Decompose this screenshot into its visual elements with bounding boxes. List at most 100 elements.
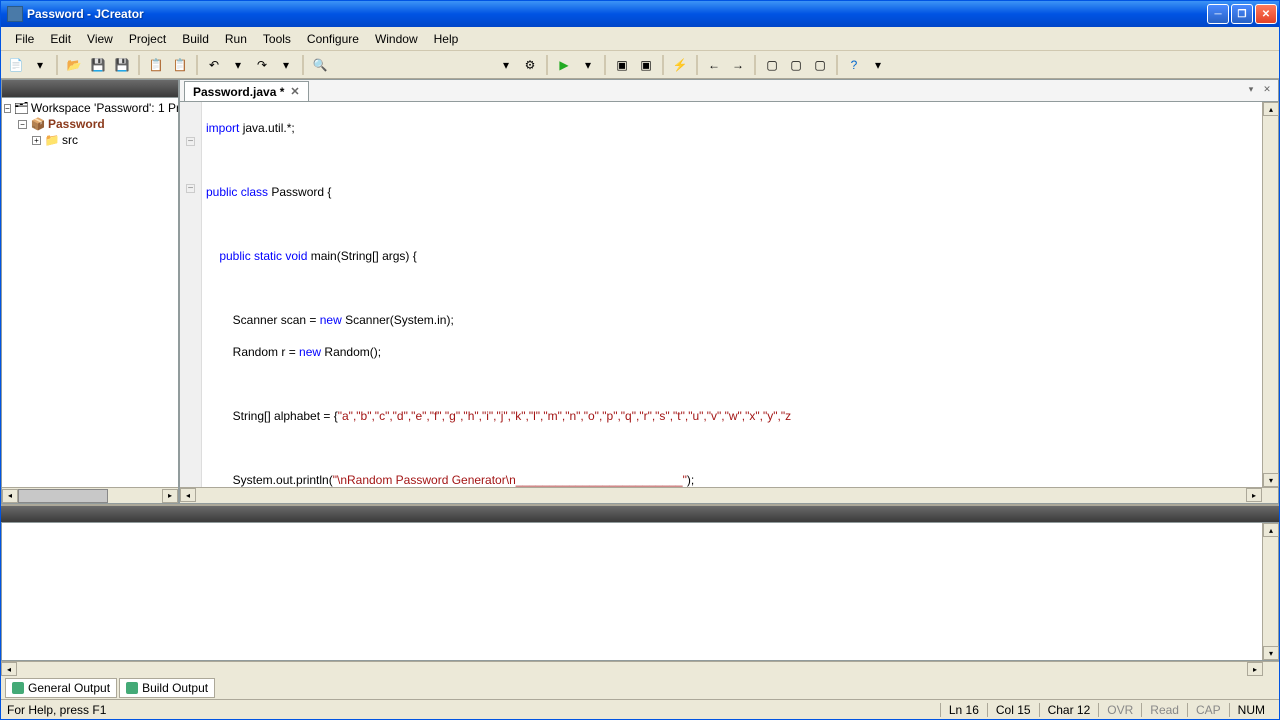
status-char: Char 12 (1039, 703, 1099, 717)
tab-dropdown-icon[interactable]: ▾ (1244, 82, 1258, 96)
help-button[interactable]: ? (843, 54, 865, 76)
status-cap: CAP (1187, 703, 1229, 717)
menu-help[interactable]: Help (426, 30, 467, 48)
bookmark-prev-button[interactable]: ▢ (809, 54, 831, 76)
code-editor[interactable]: import java.util.*; public class Passwor… (202, 102, 1262, 487)
paste-button[interactable]: 📋 (169, 54, 191, 76)
nav-forward-button[interactable]: → (727, 54, 749, 76)
menu-build[interactable]: Build (174, 30, 217, 48)
minimize-button[interactable]: ─ (1207, 4, 1229, 24)
menu-edit[interactable]: Edit (42, 30, 79, 48)
compile-button[interactable]: ⚙ (519, 54, 541, 76)
menu-configure[interactable]: Configure (299, 30, 367, 48)
close-button[interactable]: ✕ (1255, 4, 1277, 24)
paste-icon: 📋 (172, 57, 188, 73)
build-button[interactable]: ▣ (611, 54, 633, 76)
output-panel: ▴ ▾ ◂ ▸ General Output Build Output (1, 504, 1279, 699)
scroll-up-icon[interactable]: ▴ (1263, 523, 1279, 537)
status-help: For Help, press F1 (7, 703, 940, 717)
tab-close-icon[interactable]: ✕ (290, 85, 299, 98)
new-dropdown[interactable]: ▾ (29, 54, 51, 76)
bookmark-next-button[interactable]: ▢ (785, 54, 807, 76)
redo-icon: ↷ (254, 57, 270, 73)
editor-hscroll[interactable]: ◂ ▸ (180, 487, 1278, 503)
menu-window[interactable]: Window (367, 30, 426, 48)
tab-close-all-icon[interactable]: ✕ (1260, 82, 1274, 96)
run-dropdown[interactable]: ▾ (577, 54, 599, 76)
status-num: NUM (1229, 703, 1273, 717)
tree-collapse-icon[interactable]: − (18, 120, 27, 129)
status-col: Col 15 (987, 703, 1039, 717)
scroll-left-icon[interactable]: ◂ (2, 489, 18, 503)
output-icon (12, 682, 24, 694)
find-button[interactable]: 🔍 (309, 54, 331, 76)
window-title: Password - JCreator (27, 7, 1207, 21)
scroll-right-icon[interactable]: ▸ (162, 489, 178, 503)
output-tabs: General Output Build Output (1, 677, 1279, 699)
undo-dropdown[interactable]: ▾ (227, 54, 249, 76)
bookmark-button[interactable]: ▢ (761, 54, 783, 76)
output-hscroll[interactable]: ◂ ▸ (1, 661, 1279, 677)
tree-project-row[interactable]: − 📦 Password (4, 116, 176, 132)
build-all-button[interactable]: ▣ (635, 54, 657, 76)
toolbar-overflow[interactable]: ▾ (867, 54, 889, 76)
project-label: Password (48, 117, 105, 131)
menu-tools[interactable]: Tools (255, 30, 299, 48)
copy-button[interactable]: 📋 (145, 54, 167, 76)
copy-icon: 📋 (148, 57, 164, 73)
save-all-button[interactable]: 💾 (111, 54, 133, 76)
find-icon: 🔍 (312, 57, 328, 73)
play-icon: ▶ (556, 57, 572, 73)
tree-collapse-icon[interactable]: − (4, 104, 11, 113)
nav-back-button[interactable]: ← (703, 54, 725, 76)
scroll-down-icon[interactable]: ▾ (1263, 646, 1279, 660)
sidebar-hscroll[interactable]: ◂ ▸ (2, 487, 178, 503)
new-button[interactable]: 📄 (5, 54, 27, 76)
tree-expand-icon[interactable]: + (32, 136, 41, 145)
menu-view[interactable]: View (79, 30, 121, 48)
redo-button[interactable]: ↷ (251, 54, 273, 76)
bookmark-prev-icon: ▢ (812, 57, 828, 73)
save-button[interactable]: 💾 (87, 54, 109, 76)
tab-build-output[interactable]: Build Output (119, 678, 215, 698)
open-button[interactable]: 📂 (63, 54, 85, 76)
scroll-up-icon[interactable]: ▴ (1263, 102, 1279, 116)
undo-button[interactable]: ↶ (203, 54, 225, 76)
combo-dropdown[interactable]: ▾ (495, 54, 517, 76)
scroll-thumb[interactable] (18, 489, 108, 503)
menu-project[interactable]: Project (121, 30, 174, 48)
editor-vscroll[interactable]: ▴ ▾ (1262, 102, 1278, 487)
statusbar: For Help, press F1 Ln 16 Col 15 Char 12 … (1, 699, 1279, 719)
menu-file[interactable]: File (7, 30, 42, 48)
maximize-button[interactable]: ❐ (1231, 4, 1253, 24)
output-content[interactable] (2, 523, 1262, 660)
scroll-right-icon[interactable]: ▸ (1247, 662, 1263, 676)
output-header (1, 506, 1279, 522)
redo-dropdown[interactable]: ▾ (275, 54, 297, 76)
arrow-left-icon: ← (706, 57, 722, 73)
status-line: Ln 16 (940, 703, 987, 717)
scroll-left-icon[interactable]: ◂ (180, 488, 196, 502)
output-vscroll[interactable]: ▴ ▾ (1262, 523, 1278, 660)
help-icon: ? (846, 57, 862, 73)
tab-general-output[interactable]: General Output (5, 678, 117, 698)
fold-icon[interactable]: − (186, 184, 195, 193)
app-window: Password - JCreator ─ ❐ ✕ File Edit View… (0, 0, 1280, 720)
menu-run[interactable]: Run (217, 30, 255, 48)
run-button[interactable]: ▶ (553, 54, 575, 76)
tab-password-java[interactable]: Password.java * ✕ (184, 81, 309, 101)
scroll-left-icon[interactable]: ◂ (1, 662, 17, 676)
chevron-down-icon: ▾ (32, 57, 48, 73)
project-tree[interactable]: − 🗂 Workspace 'Password': 1 Pro − 📦 Pass… (2, 98, 178, 487)
project-icon: 📦 (30, 117, 46, 131)
chevron-down-icon: ▾ (278, 57, 294, 73)
tree-workspace-row[interactable]: − 🗂 Workspace 'Password': 1 Pro (4, 100, 176, 116)
scroll-down-icon[interactable]: ▾ (1263, 473, 1279, 487)
build-icon: ▣ (614, 57, 630, 73)
output-icon (126, 682, 138, 694)
tree-folder-row[interactable]: + 📁 src (4, 132, 176, 148)
scroll-right-icon[interactable]: ▸ (1246, 488, 1262, 502)
file-view-panel: − 🗂 Workspace 'Password': 1 Pro − 📦 Pass… (1, 79, 179, 504)
debug-button[interactable]: ⚡ (669, 54, 691, 76)
fold-icon[interactable]: − (186, 137, 195, 146)
